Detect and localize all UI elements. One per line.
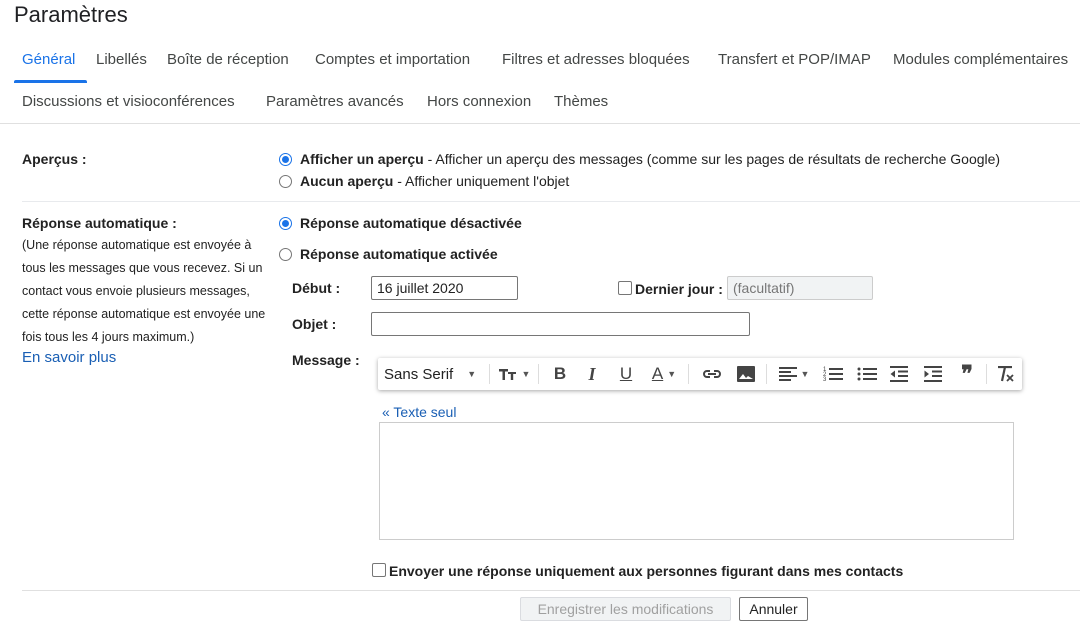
learn-more-link[interactable]: En savoir plus — [22, 349, 116, 366]
toolbar-separator — [986, 364, 987, 384]
contacts-only-label: Envoyer une réponse uniquement aux perso… — [389, 563, 904, 579]
link-icon[interactable] — [696, 358, 728, 390]
tab-labels[interactable]: Libellés — [96, 51, 147, 68]
formatting-toolbar: Sans Serif ▼ ▼ B I U A ▼ ▼ 123 ❞ — [378, 358, 1022, 390]
cancel-button[interactable]: Annuler — [739, 597, 808, 621]
preview-show-option[interactable]: Afficher un aperçu - Afficher un aperçu … — [300, 151, 1000, 167]
tab-forwarding-pop-imap[interactable]: Transfert et POP/IMAP — [718, 51, 871, 68]
numbered-list-icon[interactable]: 123 — [818, 358, 848, 390]
indent-more-icon[interactable] — [918, 358, 948, 390]
subject-label: Objet : — [292, 316, 337, 332]
section-divider — [22, 201, 1080, 202]
tab-inbox[interactable]: Boîte de réception — [167, 51, 289, 68]
chevron-down-icon: ▼ — [521, 369, 531, 379]
preview-show-desc: - Afficher un aperçu des messages (comme… — [423, 151, 1001, 167]
previews-label: Aperçus : — [22, 151, 87, 167]
message-label: Message : — [292, 352, 360, 368]
contacts-only-checkbox[interactable] — [372, 563, 386, 577]
font-family-value: Sans Serif — [384, 365, 454, 383]
remove-formatting-icon[interactable] — [990, 358, 1020, 390]
tab-chat-meet[interactable]: Discussions et visioconférences — [22, 93, 235, 110]
tab-accounts-import[interactable]: Comptes et importation — [315, 51, 470, 68]
footer-divider — [22, 590, 1080, 591]
save-button[interactable]: Enregistrer les modifications — [520, 597, 731, 621]
auto-reply-on-label[interactable]: Réponse automatique activée — [300, 246, 498, 262]
auto-reply-on-radio[interactable] — [279, 248, 292, 261]
align-icon[interactable]: ▼ — [774, 358, 814, 390]
preview-none-option[interactable]: Aucun aperçu - Afficher uniquement l'obj… — [300, 173, 569, 189]
preview-none-desc: - Afficher uniquement l'objet — [393, 173, 570, 189]
tab-advanced[interactable]: Paramètres avancés — [266, 93, 404, 110]
start-date-label: Début : — [292, 280, 341, 296]
image-icon[interactable] — [730, 358, 762, 390]
subject-input[interactable] — [371, 312, 750, 336]
font-family-select[interactable]: Sans Serif ▼ — [384, 358, 484, 390]
auto-reply-off-label[interactable]: Réponse automatique désactivée — [300, 215, 522, 231]
preview-show-radio[interactable] — [279, 153, 292, 166]
svg-text:3: 3 — [823, 377, 827, 382]
tabs-divider — [0, 123, 1080, 124]
chevron-down-icon: ▼ — [667, 369, 677, 379]
preview-none-radio[interactable] — [279, 175, 292, 188]
message-editor[interactable] — [379, 422, 1014, 540]
page-title: Paramètres — [14, 2, 128, 27]
toolbar-separator — [538, 364, 539, 384]
tab-filters-blocked[interactable]: Filtres et adresses bloquées — [502, 51, 690, 68]
toolbar-separator — [688, 364, 689, 384]
text-color-icon[interactable]: A ▼ — [644, 358, 684, 390]
start-date-input[interactable]: 16 juillet 2020 — [371, 276, 518, 300]
underline-icon[interactable]: U — [612, 358, 640, 390]
tab-offline[interactable]: Hors connexion — [427, 93, 531, 110]
quote-icon[interactable]: ❞ — [952, 358, 982, 390]
chevron-down-icon: ▼ — [467, 369, 477, 379]
tab-addons[interactable]: Modules complémentaires — [893, 51, 1068, 68]
preview-show-title: Afficher un aperçu — [300, 151, 424, 167]
bulleted-list-icon[interactable] — [852, 358, 882, 390]
toolbar-separator — [489, 364, 490, 384]
active-tab-indicator — [14, 80, 87, 83]
auto-reply-description: (Une réponse automatique est envoyée à t… — [22, 238, 266, 344]
auto-reply-off-radio[interactable] — [279, 217, 292, 230]
tab-general[interactable]: Général — [22, 51, 75, 68]
bold-icon[interactable]: B — [546, 358, 574, 390]
chevron-down-icon: ▼ — [800, 369, 810, 379]
last-day-label: Dernier jour : — [635, 281, 723, 297]
last-day-checkbox[interactable] — [618, 281, 632, 295]
text-size-icon[interactable]: ▼ — [494, 358, 534, 390]
auto-reply-label: Réponse automatique : — [22, 215, 177, 231]
tab-themes[interactable]: Thèmes — [554, 93, 608, 110]
italic-icon[interactable]: I — [578, 358, 606, 390]
plain-text-link[interactable]: « Texte seul — [382, 404, 456, 420]
preview-none-title: Aucun aperçu — [300, 173, 394, 189]
last-day-input[interactable]: (facultatif) — [727, 276, 873, 300]
indent-less-icon[interactable] — [884, 358, 914, 390]
toolbar-separator — [766, 364, 767, 384]
